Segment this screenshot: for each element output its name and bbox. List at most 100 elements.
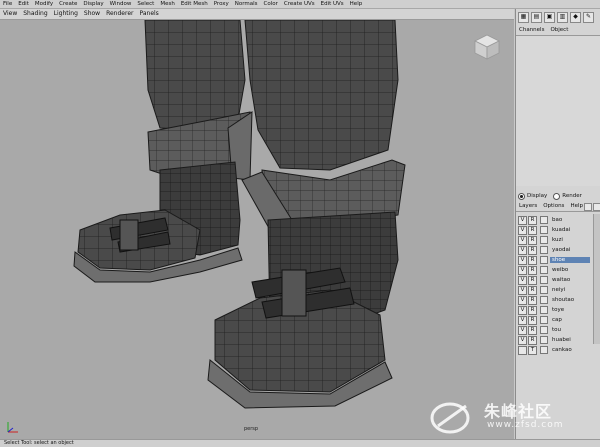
- menu-help[interactable]: Help: [347, 0, 366, 8]
- new-layer-selected-icon[interactable]: [593, 203, 600, 211]
- menu-normals[interactable]: Normals: [232, 0, 261, 8]
- attribute-editor-icon[interactable]: ▤: [531, 11, 542, 23]
- render-icon[interactable]: ◆: [570, 11, 581, 23]
- layer-color-swatch[interactable]: [540, 226, 548, 234]
- panel-menu-renderer[interactable]: Renderer: [103, 9, 136, 19]
- layer-row-neiyi[interactable]: V Rneiyi: [518, 285, 590, 295]
- watermark-url: www.zfsd.com: [487, 420, 564, 430]
- layer-color-swatch[interactable]: [540, 216, 548, 224]
- layer-name: tou: [552, 327, 562, 333]
- layer-display-type-toggle[interactable]: R: [528, 325, 537, 335]
- layer-display-type-toggle[interactable]: T: [528, 345, 537, 355]
- layer-display-type-toggle[interactable]: R: [528, 225, 537, 235]
- layer-color-swatch[interactable]: [540, 266, 548, 274]
- panel-menu-view[interactable]: View: [0, 9, 20, 19]
- layer-display-type-toggle[interactable]: R: [528, 305, 537, 315]
- panel-menu-lighting[interactable]: Lighting: [51, 9, 81, 19]
- layer-menu-layers[interactable]: Layers: [516, 202, 540, 211]
- layer-menu-options[interactable]: Options: [540, 202, 567, 211]
- menu-edit-mesh[interactable]: Edit Mesh: [178, 0, 211, 8]
- layer-display-type-toggle[interactable]: R: [528, 255, 537, 265]
- tab-object[interactable]: Object: [547, 26, 571, 35]
- layer-scrollbar[interactable]: [593, 214, 600, 344]
- new-layer-icon[interactable]: [584, 203, 592, 211]
- layer-display-type-toggle[interactable]: R: [528, 295, 537, 305]
- layer-row-tou[interactable]: V Rtou: [518, 325, 590, 335]
- layer-visibility-toggle[interactable]: V: [518, 215, 527, 225]
- layer-color-swatch[interactable]: [540, 246, 548, 254]
- menu-edit-uvs[interactable]: Edit UVs: [318, 0, 347, 8]
- layer-visibility-toggle[interactable]: V: [518, 315, 527, 325]
- layer-name: cap: [552, 317, 562, 323]
- menu-modify[interactable]: Modify: [32, 0, 56, 8]
- layer-row-huabei[interactable]: V Rhuabei: [518, 335, 590, 345]
- panel-menu-show[interactable]: Show: [81, 9, 103, 19]
- layer-visibility-toggle[interactable]: [518, 345, 527, 355]
- menu-create-uvs[interactable]: Create UVs: [281, 0, 318, 8]
- layer-row-cankao[interactable]: Tcankao: [518, 345, 590, 355]
- layer-color-swatch[interactable]: [540, 326, 548, 334]
- layer-color-swatch[interactable]: [540, 236, 548, 244]
- layer-visibility-toggle[interactable]: V: [518, 295, 527, 305]
- layer-visibility-toggle[interactable]: V: [518, 255, 527, 265]
- layer-name: yaodai: [552, 247, 571, 253]
- paint-icon[interactable]: ✎: [583, 11, 594, 23]
- layer-row-weibo[interactable]: V Rweibo: [518, 265, 590, 275]
- panel-menu-shading[interactable]: Shading: [20, 9, 50, 19]
- layer-display-type-toggle[interactable]: R: [528, 265, 537, 275]
- layer-display-type-toggle[interactable]: R: [528, 275, 537, 285]
- layer-visibility-toggle[interactable]: V: [518, 275, 527, 285]
- layer-row-shoe[interactable]: V Rshoe: [518, 255, 590, 265]
- panel-menu-panels[interactable]: Panels: [136, 9, 161, 19]
- layer-color-swatch[interactable]: [540, 316, 548, 324]
- layer-visibility-toggle[interactable]: V: [518, 235, 527, 245]
- tab-channels[interactable]: Channels: [516, 26, 547, 35]
- layer-row-bao[interactable]: V Rbao: [518, 215, 590, 225]
- menu-display[interactable]: Display: [80, 0, 106, 8]
- menu-mesh[interactable]: Mesh: [157, 0, 177, 8]
- layer-display-type-toggle[interactable]: R: [528, 215, 537, 225]
- channel-box-icon[interactable]: ▦: [518, 11, 529, 23]
- layer-display-type-toggle[interactable]: R: [528, 285, 537, 295]
- layer-visibility-toggle[interactable]: V: [518, 265, 527, 275]
- menu-color[interactable]: Color: [261, 0, 281, 8]
- layer-visibility-toggle[interactable]: V: [518, 335, 527, 345]
- layer-color-swatch[interactable]: [540, 346, 548, 354]
- layer-visibility-toggle[interactable]: V: [518, 245, 527, 255]
- layer-display-type-toggle[interactable]: R: [528, 245, 537, 255]
- layer-display-type-toggle[interactable]: R: [528, 315, 537, 325]
- layer-color-swatch[interactable]: [540, 296, 548, 304]
- display-radio[interactable]: Display: [518, 192, 547, 200]
- layer-display-type-toggle[interactable]: R: [528, 335, 537, 345]
- menu-create[interactable]: Create: [56, 0, 80, 8]
- layer-display-type-toggle[interactable]: R: [528, 235, 537, 245]
- menu-edit[interactable]: Edit: [15, 0, 32, 8]
- layer-row-toye[interactable]: V Rtoye: [518, 305, 590, 315]
- menu-file[interactable]: File: [0, 0, 15, 8]
- layer-color-swatch[interactable]: [540, 306, 548, 314]
- layer-row-kuzi[interactable]: V Rkuzi: [518, 235, 590, 245]
- 3d-viewport[interactable]: persp: [0, 20, 514, 439]
- layer-color-swatch[interactable]: [540, 286, 548, 294]
- layer-visibility-toggle[interactable]: V: [518, 305, 527, 315]
- layer-row-cap[interactable]: V Rcap: [518, 315, 590, 325]
- render-radio[interactable]: Render: [553, 192, 582, 200]
- layer-row-yaodai[interactable]: V Ryaodai: [518, 245, 590, 255]
- layer-color-swatch[interactable]: [540, 336, 548, 344]
- layer-row-kuadai[interactable]: V Rkuadai: [518, 225, 590, 235]
- layer-color-swatch[interactable]: [540, 256, 548, 264]
- menu-select[interactable]: Select: [134, 0, 157, 8]
- layer-row-waitao[interactable]: V Rwaitao: [518, 275, 590, 285]
- layer-row-shoutao[interactable]: V Rshoutao: [518, 295, 590, 305]
- layer-visibility-toggle[interactable]: V: [518, 285, 527, 295]
- menu-proxy[interactable]: Proxy: [211, 0, 232, 8]
- layer-editor-icon[interactable]: ▥: [557, 11, 568, 23]
- layer-visibility-toggle[interactable]: V: [518, 325, 527, 335]
- layer-color-swatch[interactable]: [540, 276, 548, 284]
- tool-settings-icon[interactable]: ▣: [544, 11, 555, 23]
- display-render-toggle: Display Render: [516, 191, 600, 201]
- camera-label: persp: [244, 426, 259, 432]
- layer-name: shoe: [550, 257, 590, 263]
- layer-visibility-toggle[interactable]: V: [518, 225, 527, 235]
- menu-window[interactable]: Window: [107, 0, 135, 8]
